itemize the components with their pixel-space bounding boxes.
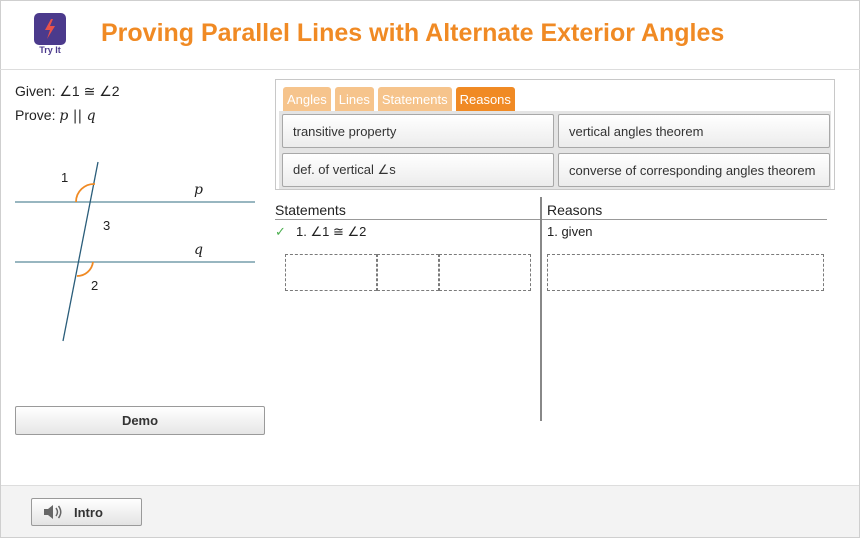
- try-it-logo: [34, 13, 66, 45]
- prove-statement: Prove: p || q: [15, 107, 96, 124]
- angle-3-label: 3: [103, 218, 110, 233]
- check-icon: ✓: [275, 224, 286, 239]
- tab-angles[interactable]: Angles: [283, 87, 331, 111]
- bank-tabs: Angles Lines Statements Reasons: [283, 87, 515, 111]
- tile-vertical-angles-theorem[interactable]: vertical angles theorem: [558, 114, 830, 148]
- given-label: Given:: [15, 83, 60, 99]
- tab-reasons[interactable]: Reasons: [455, 87, 515, 111]
- reasons-header: Reasons: [547, 202, 603, 218]
- angle-2-label: 2: [91, 278, 98, 293]
- parallel-lines-diagram: 1 3 2 p q: [15, 161, 255, 342]
- tile-bank: Angles Lines Statements Reasons transiti…: [275, 79, 835, 190]
- tile-tray: transitive property vertical angles theo…: [279, 111, 831, 189]
- statements-header: Statements: [275, 202, 346, 218]
- page-title: Proving Parallel Lines with Alternate Ex…: [101, 19, 725, 47]
- header-divider: [0, 69, 860, 70]
- angle-2-arc: [76, 261, 94, 277]
- demo-button[interactable]: Demo: [15, 406, 265, 435]
- logo-label: Try It: [39, 45, 61, 55]
- given-math: ∠1 ≅ ∠2: [59, 83, 120, 99]
- angle-1-label: 1: [61, 170, 68, 185]
- tab-lines[interactable]: Lines: [334, 87, 374, 111]
- tile-converse-corresponding-angles[interactable]: converse of corresponding angles theorem: [558, 153, 830, 187]
- statement-drop-slot-1[interactable]: [285, 254, 377, 291]
- proof-reason-1: 1. given: [547, 224, 593, 239]
- prove-label: Prove:: [15, 107, 60, 123]
- tile-def-vertical-angles[interactable]: def. of vertical ∠s: [282, 153, 554, 187]
- intro-button[interactable]: Intro: [31, 498, 142, 526]
- prove-math: p || q: [59, 108, 96, 124]
- reason-drop-slot[interactable]: [547, 254, 824, 291]
- line-q-label: q: [194, 242, 203, 258]
- tile-transitive-property[interactable]: transitive property: [282, 114, 554, 148]
- statements-header-line: [275, 219, 540, 220]
- speaker-icon: [44, 505, 62, 519]
- lightning-bolt-icon: [45, 19, 55, 39]
- tab-statements[interactable]: Statements: [377, 87, 452, 111]
- intro-button-label: Intro: [74, 504, 103, 520]
- reasons-header-line: [542, 219, 827, 220]
- statement-drop-slot-2[interactable]: [377, 254, 439, 291]
- proof-column-divider: [540, 197, 542, 421]
- given-statement: Given: ∠1 ≅ ∠2: [15, 83, 120, 100]
- proof-statement-1: 1. ∠1 ≅ ∠2: [296, 224, 367, 239]
- statement-drop-slot-3[interactable]: [439, 254, 531, 291]
- line-p-label: p: [194, 182, 203, 198]
